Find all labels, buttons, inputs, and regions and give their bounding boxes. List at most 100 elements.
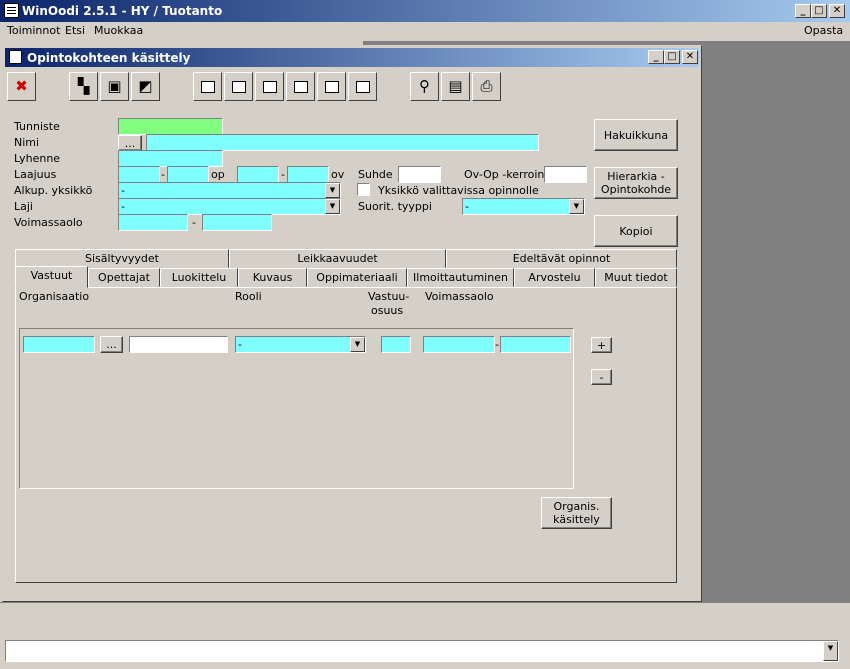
label-nimi: Nimi <box>14 136 40 149</box>
last-record-icon[interactable] <box>348 72 377 101</box>
nimi-browse-button[interactable]: ... <box>118 135 142 151</box>
organisaatio-name-field[interactable] <box>129 336 228 353</box>
app-icon <box>4 3 19 18</box>
nimi-input[interactable] <box>146 134 539 151</box>
laajuus-op-min[interactable] <box>118 166 160 183</box>
header-vastuuosuus-2: osuus <box>371 304 404 317</box>
print-icon[interactable]: ⎙ <box>472 72 501 101</box>
tunniste-input[interactable] <box>118 118 223 135</box>
child-minimize-button[interactable]: _ <box>648 50 664 64</box>
child-title: Opintokohteen käsittely <box>27 51 191 65</box>
laajuus-ov-max[interactable] <box>287 166 329 183</box>
suorit-tyyppi-select[interactable]: - ▼ <box>462 198 585 215</box>
laajuus-op-dash: - <box>161 168 165 181</box>
export-icon[interactable]: ◩ <box>131 72 160 101</box>
remove-row-button[interactable]: - <box>591 369 612 385</box>
label-tunniste: Tunniste <box>14 120 60 133</box>
header-vastuuosuus-1: Vastuu- <box>368 290 410 303</box>
yksikko-checkbox[interactable] <box>357 183 370 196</box>
layers-icon[interactable]: ▚ <box>69 72 98 101</box>
voimassaolo-row-end[interactable] <box>500 336 571 353</box>
chevron-down-icon[interactable]: ▼ <box>350 337 365 352</box>
tab-edeltavat-opinnot[interactable]: Edeltävät opinnot <box>446 249 677 268</box>
rooli-select[interactable]: - ▼ <box>235 336 366 353</box>
tab-arvostelu[interactable]: Arvostelu <box>514 268 595 287</box>
next-record-icon[interactable] <box>317 72 346 101</box>
tab-luokittelu[interactable]: Luokittelu <box>160 268 238 287</box>
header-voimassaolo: Voimassaolo <box>425 290 494 303</box>
chevron-down-icon[interactable]: ▼ <box>823 641 838 661</box>
add-record-icon[interactable] <box>193 72 222 101</box>
child-title-bar: Opintokohteen käsittely _ □ ✕ <box>5 48 699 67</box>
tab-ilmoittautuminen[interactable]: Ilmoittautuminen <box>407 268 514 287</box>
chevron-down-icon[interactable]: ▼ <box>325 183 340 198</box>
add-row-button[interactable]: + <box>591 337 612 353</box>
laji-value: - <box>121 200 125 213</box>
voimassaolo-row-start[interactable] <box>423 336 495 353</box>
header-rooli: Rooli <box>235 290 262 303</box>
vastuuosuus-input[interactable] <box>381 336 411 353</box>
organis-kasittely-button[interactable]: Organis. käsittely <box>541 497 612 529</box>
document-icon[interactable]: ▤ <box>441 72 470 101</box>
tab-vastuut[interactable]: Vastuut <box>15 266 88 288</box>
document-icon <box>9 50 22 64</box>
search-icon[interactable]: ⚲ <box>410 72 439 101</box>
chevron-down-icon[interactable]: ▼ <box>569 199 584 214</box>
app-title-bar: WinOodi 2.5.1 - HY / Tuotanto _ □ ✕ <box>0 0 850 22</box>
label-suorit-tyyppi: Suorit. tyyppi <box>358 200 432 213</box>
tab-kuvaus[interactable]: Kuvaus <box>238 268 307 287</box>
label-laajuus: Laajuus <box>14 168 57 181</box>
label-voimassaolo: Voimassaolo <box>14 216 83 229</box>
app-title: WinOodi 2.5.1 - HY / Tuotanto <box>22 4 223 18</box>
close-button[interactable]: ✕ <box>829 4 845 18</box>
child-maximize-button[interactable]: □ <box>664 50 680 64</box>
ovop-kerroin-input[interactable] <box>544 166 587 183</box>
bottom-combo[interactable]: ▼ <box>5 640 839 662</box>
laji-select[interactable]: - ▼ <box>118 198 341 215</box>
organisaatio-input[interactable] <box>23 336 95 353</box>
menu-opasta[interactable]: Opasta <box>804 24 843 37</box>
label-lyhenne: Lyhenne <box>14 152 61 165</box>
label-yksikko-valittavissa: Yksikkö valittavissa opinnolle <box>378 184 539 197</box>
maximize-button[interactable]: □ <box>811 4 827 18</box>
tab-oppimateriaali[interactable]: Oppimateriaali <box>307 268 407 287</box>
label-laji: Laji <box>14 200 33 213</box>
first-record-icon[interactable] <box>255 72 284 101</box>
minimize-button[interactable]: _ <box>795 4 811 18</box>
child-close-button[interactable]: ✕ <box>682 50 698 64</box>
laajuus-ov-unit: ov <box>331 168 345 181</box>
tab-opettajat[interactable]: Opettajat <box>88 268 160 287</box>
organisaatio-browse-button[interactable]: ... <box>100 336 123 353</box>
voimassaolo-row-dash: - <box>495 338 499 351</box>
menu-muokkaa[interactable]: Muokkaa <box>94 24 143 37</box>
alkup-yksikko-select[interactable]: - ▼ <box>118 182 341 199</box>
chevron-down-icon[interactable]: ▼ <box>325 199 340 214</box>
laajuus-op-unit: op <box>211 168 225 181</box>
kopioi-button[interactable]: Kopioi <box>594 215 678 247</box>
voimassaolo-dash: - <box>192 216 196 229</box>
hierarkia-button[interactable]: Hierarkia - Opintokohde <box>594 167 678 199</box>
laajuus-ov-min[interactable] <box>237 166 279 183</box>
close-icon[interactable]: ✖ <box>7 72 36 101</box>
lyhenne-input[interactable] <box>118 150 223 167</box>
tab-leikkaavuudet[interactable]: Leikkaavuudet <box>229 249 446 268</box>
delete-record-icon[interactable] <box>224 72 253 101</box>
label-suhde: Suhde <box>358 168 393 181</box>
voimassaolo-start[interactable] <box>118 214 188 231</box>
alkup-yksikko-value: - <box>121 184 125 197</box>
suorit-tyyppi-value: - <box>465 200 469 213</box>
tab-muut-tiedot[interactable]: Muut tiedot <box>595 268 677 287</box>
rooli-value: - <box>238 338 242 351</box>
suhde-input[interactable] <box>398 166 441 183</box>
laajuus-op-max[interactable] <box>167 166 209 183</box>
child-window: Opintokohteen käsittely _ □ ✕ ✖ ▚ ▣ ◩ ⚲ … <box>2 45 702 602</box>
menu-toiminnot[interactable]: Toiminnot <box>7 24 60 37</box>
previous-record-icon[interactable] <box>286 72 315 101</box>
menu-bar: Toiminnot Etsi Muokkaa Opasta <box>0 22 850 41</box>
save-icon[interactable]: ▣ <box>100 72 129 101</box>
header-organisaatio: Organisaatio <box>19 290 90 303</box>
hakuikkuna-button[interactable]: Hakuikkuna <box>594 119 678 151</box>
voimassaolo-end[interactable] <box>202 214 272 231</box>
menu-etsi[interactable]: Etsi <box>65 24 85 37</box>
label-ovop-kerroin: Ov-Op -kerroin <box>464 168 545 181</box>
